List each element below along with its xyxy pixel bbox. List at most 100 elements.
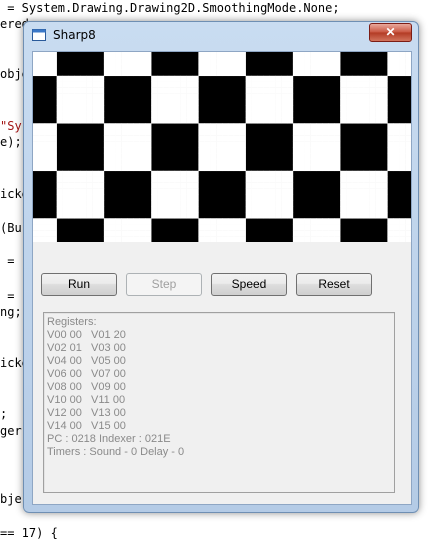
display-pixel	[192, 194, 199, 201]
display-pixel	[74, 200, 81, 207]
code-line: "Sy	[0, 119, 22, 133]
display-pixel	[109, 147, 116, 154]
display-pixel	[239, 52, 246, 59]
display-pixel	[375, 117, 382, 124]
display-pixel	[56, 81, 63, 88]
display-pixel	[133, 236, 140, 242]
display-pixel	[151, 75, 158, 82]
display-pixel	[216, 230, 223, 237]
speed-button[interactable]: Speed	[211, 273, 287, 296]
display-pixel	[33, 236, 40, 242]
display-pixel	[97, 194, 105, 201]
display-pixel	[281, 200, 288, 207]
display-pixel	[162, 81, 170, 88]
display-pixel	[275, 170, 282, 177]
display-pixel	[227, 236, 235, 242]
display-pixel	[239, 218, 246, 225]
display-pixel	[239, 147, 246, 154]
display-pixel	[97, 212, 105, 219]
display-pixel	[133, 69, 140, 77]
display-pixel	[44, 57, 52, 65]
display-pixel	[381, 170, 388, 177]
display-pixel	[62, 170, 69, 177]
display-pixel	[68, 117, 75, 124]
display-pixel	[180, 188, 187, 195]
display-pixel	[239, 57, 246, 65]
display-pixel	[92, 105, 99, 112]
display-pixel	[286, 188, 294, 195]
display-pixel	[304, 218, 311, 225]
display-pixel	[216, 69, 223, 77]
display-pixel	[86, 176, 93, 183]
display-pixel	[227, 158, 235, 166]
display-pixel	[44, 129, 52, 136]
display-pixel	[281, 206, 288, 213]
display-pixel	[286, 170, 294, 177]
display-pixel	[351, 111, 359, 118]
display-pixel	[257, 75, 264, 82]
display-pixel	[62, 176, 69, 183]
display-pixel	[322, 135, 329, 142]
close-button[interactable]: ✕	[369, 23, 412, 42]
display-pixel	[399, 230, 406, 237]
display-pixel	[204, 123, 211, 130]
display-pixel	[86, 200, 93, 207]
display-pixel	[198, 69, 205, 77]
display-pixel	[97, 188, 105, 195]
display-pixel	[399, 63, 406, 71]
display-pixel	[328, 135, 335, 142]
display-pixel	[286, 117, 294, 124]
display-pixel	[251, 200, 258, 207]
display-pixel	[251, 111, 258, 118]
display-pixel	[375, 194, 382, 201]
display-pixel	[340, 81, 347, 88]
display-pixel	[74, 75, 81, 82]
step-button[interactable]: Step	[126, 273, 202, 296]
display-pixel	[115, 230, 122, 237]
display-pixel	[121, 152, 128, 160]
display-pixel	[121, 164, 128, 172]
display-pixel	[139, 224, 146, 231]
display-pixel	[180, 105, 187, 112]
display-pixel	[281, 111, 288, 118]
display-pixel	[103, 147, 111, 154]
display-pixel	[80, 200, 87, 207]
display-pixel	[33, 218, 40, 225]
display-pixel	[393, 147, 400, 154]
display-pixel	[121, 52, 128, 59]
display-pixel	[346, 93, 353, 100]
title-bar[interactable]: Sharp8 ✕	[24, 22, 418, 46]
display-pixel	[139, 164, 146, 172]
display-pixel	[216, 147, 223, 154]
display-pixel	[174, 212, 181, 219]
display-pixel	[192, 87, 199, 94]
display-pixel	[198, 152, 205, 160]
display-pixel	[357, 87, 365, 94]
display-pixel	[222, 69, 229, 77]
display-pixel	[375, 75, 382, 82]
display-pixel	[275, 206, 282, 213]
display-pixel	[239, 141, 246, 148]
display-pixel	[157, 200, 164, 207]
display-pixel	[316, 129, 323, 136]
display-pixel	[33, 69, 40, 77]
display-pixel	[162, 170, 170, 177]
display-pixel	[62, 93, 69, 100]
display-pixel	[233, 218, 241, 225]
display-pixel	[162, 111, 170, 118]
display-pixel	[56, 117, 63, 124]
display-pixel	[210, 69, 217, 77]
code-line: ;	[0, 407, 8, 421]
run-button[interactable]: Run	[41, 273, 117, 296]
display-pixel	[334, 158, 341, 166]
display-pixel	[168, 111, 176, 118]
display-pixel	[97, 117, 105, 124]
display-pixel	[127, 230, 134, 237]
display-pixel	[162, 117, 170, 124]
display-pixel	[281, 170, 288, 177]
reset-button[interactable]: Reset	[296, 273, 372, 296]
code-line: bje	[0, 492, 22, 506]
display-pixel	[304, 141, 311, 148]
display-pixel	[375, 182, 382, 189]
display-pixel	[239, 164, 246, 172]
